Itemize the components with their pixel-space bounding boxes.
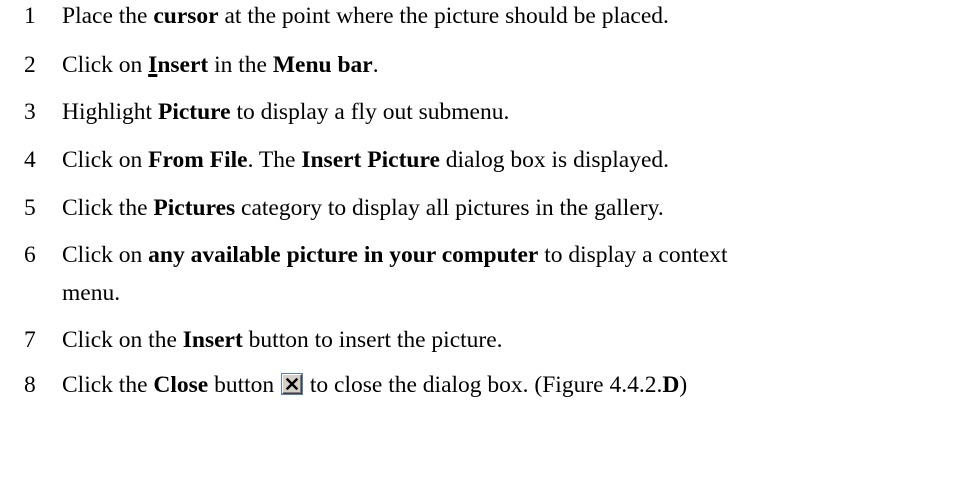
step-text-run: dialog box is displayed. [439,147,670,173]
step-text-run: Click on [62,242,149,268]
step-text-run: Place the [62,3,154,29]
mnemonic-letter: I [148,52,158,78]
step-text-run: Click on [62,52,149,78]
step-text-run: button [208,372,281,398]
instruction-list: 1 Place the cursor at the point where th… [0,0,974,479]
step-text-run: Click the [62,372,154,398]
step-text-run: Highlight [62,99,158,125]
step-text: Click on From File. The Insert Picture d… [62,146,669,174]
step-number: 7 [24,327,36,353]
step-term-insert-picture: Insert Picture [301,147,440,173]
step-number: 5 [24,195,36,221]
step-number: 6 [24,242,36,268]
step-text-run: Click on [62,147,149,173]
step-term-from-file: From File [148,147,248,173]
step-number: 8 [24,372,36,398]
step-text-run: Click the [62,195,154,221]
step-text: Highlight Picture to display a fly out s… [62,98,509,126]
step-text-run: button to insert the picture. [242,327,503,353]
step-text-run: to display a fly out submenu. [230,99,510,125]
step-text: Click the Close button to close the dial… [62,371,687,399]
step-text-run: category to display all pictures in the … [235,195,664,221]
step-text-run: to display a context [538,242,728,268]
step-text-continuation: menu. [62,280,121,306]
step-text: Click on Insert in the Menu bar. [62,51,379,79]
step-text: Click on any available picture in your c… [62,241,728,269]
step-term-any-picture: any available picture in your computer [148,242,539,268]
step-text: Click the Pictures category to display a… [62,194,664,222]
step-text-run: at the point where the picture should be… [218,3,669,29]
step-term-rest: nsert [157,52,209,78]
step-term-figure-letter: D [662,372,680,398]
step-term-cursor: cursor [153,3,219,29]
step-text-run: to close the dialog box. (Figure 4.4.2. [304,372,663,398]
step-term-picture: Picture [157,99,231,125]
step-number: 3 [24,99,36,125]
step-text: Click on the Insert button to insert the… [62,326,503,354]
step-text-run: in the [208,52,273,78]
step-text: Place the cursor at the point where the … [62,2,669,30]
step-term-menu-bar: Menu bar [272,52,373,78]
step-text-run: . [372,52,379,78]
close-icon [282,374,303,394]
step-number: 2 [24,52,36,78]
step-text-run: . The [247,147,302,173]
step-term-insert: Insert [148,52,208,78]
step-term-close: Close [153,372,209,398]
step-term-pictures: Pictures [153,195,236,221]
step-number: 1 [24,3,36,29]
step-number: 4 [24,147,36,173]
step-term-insert: Insert [182,327,243,353]
step-text-run: Click on the [62,327,183,353]
step-text-run: ) [679,372,688,398]
